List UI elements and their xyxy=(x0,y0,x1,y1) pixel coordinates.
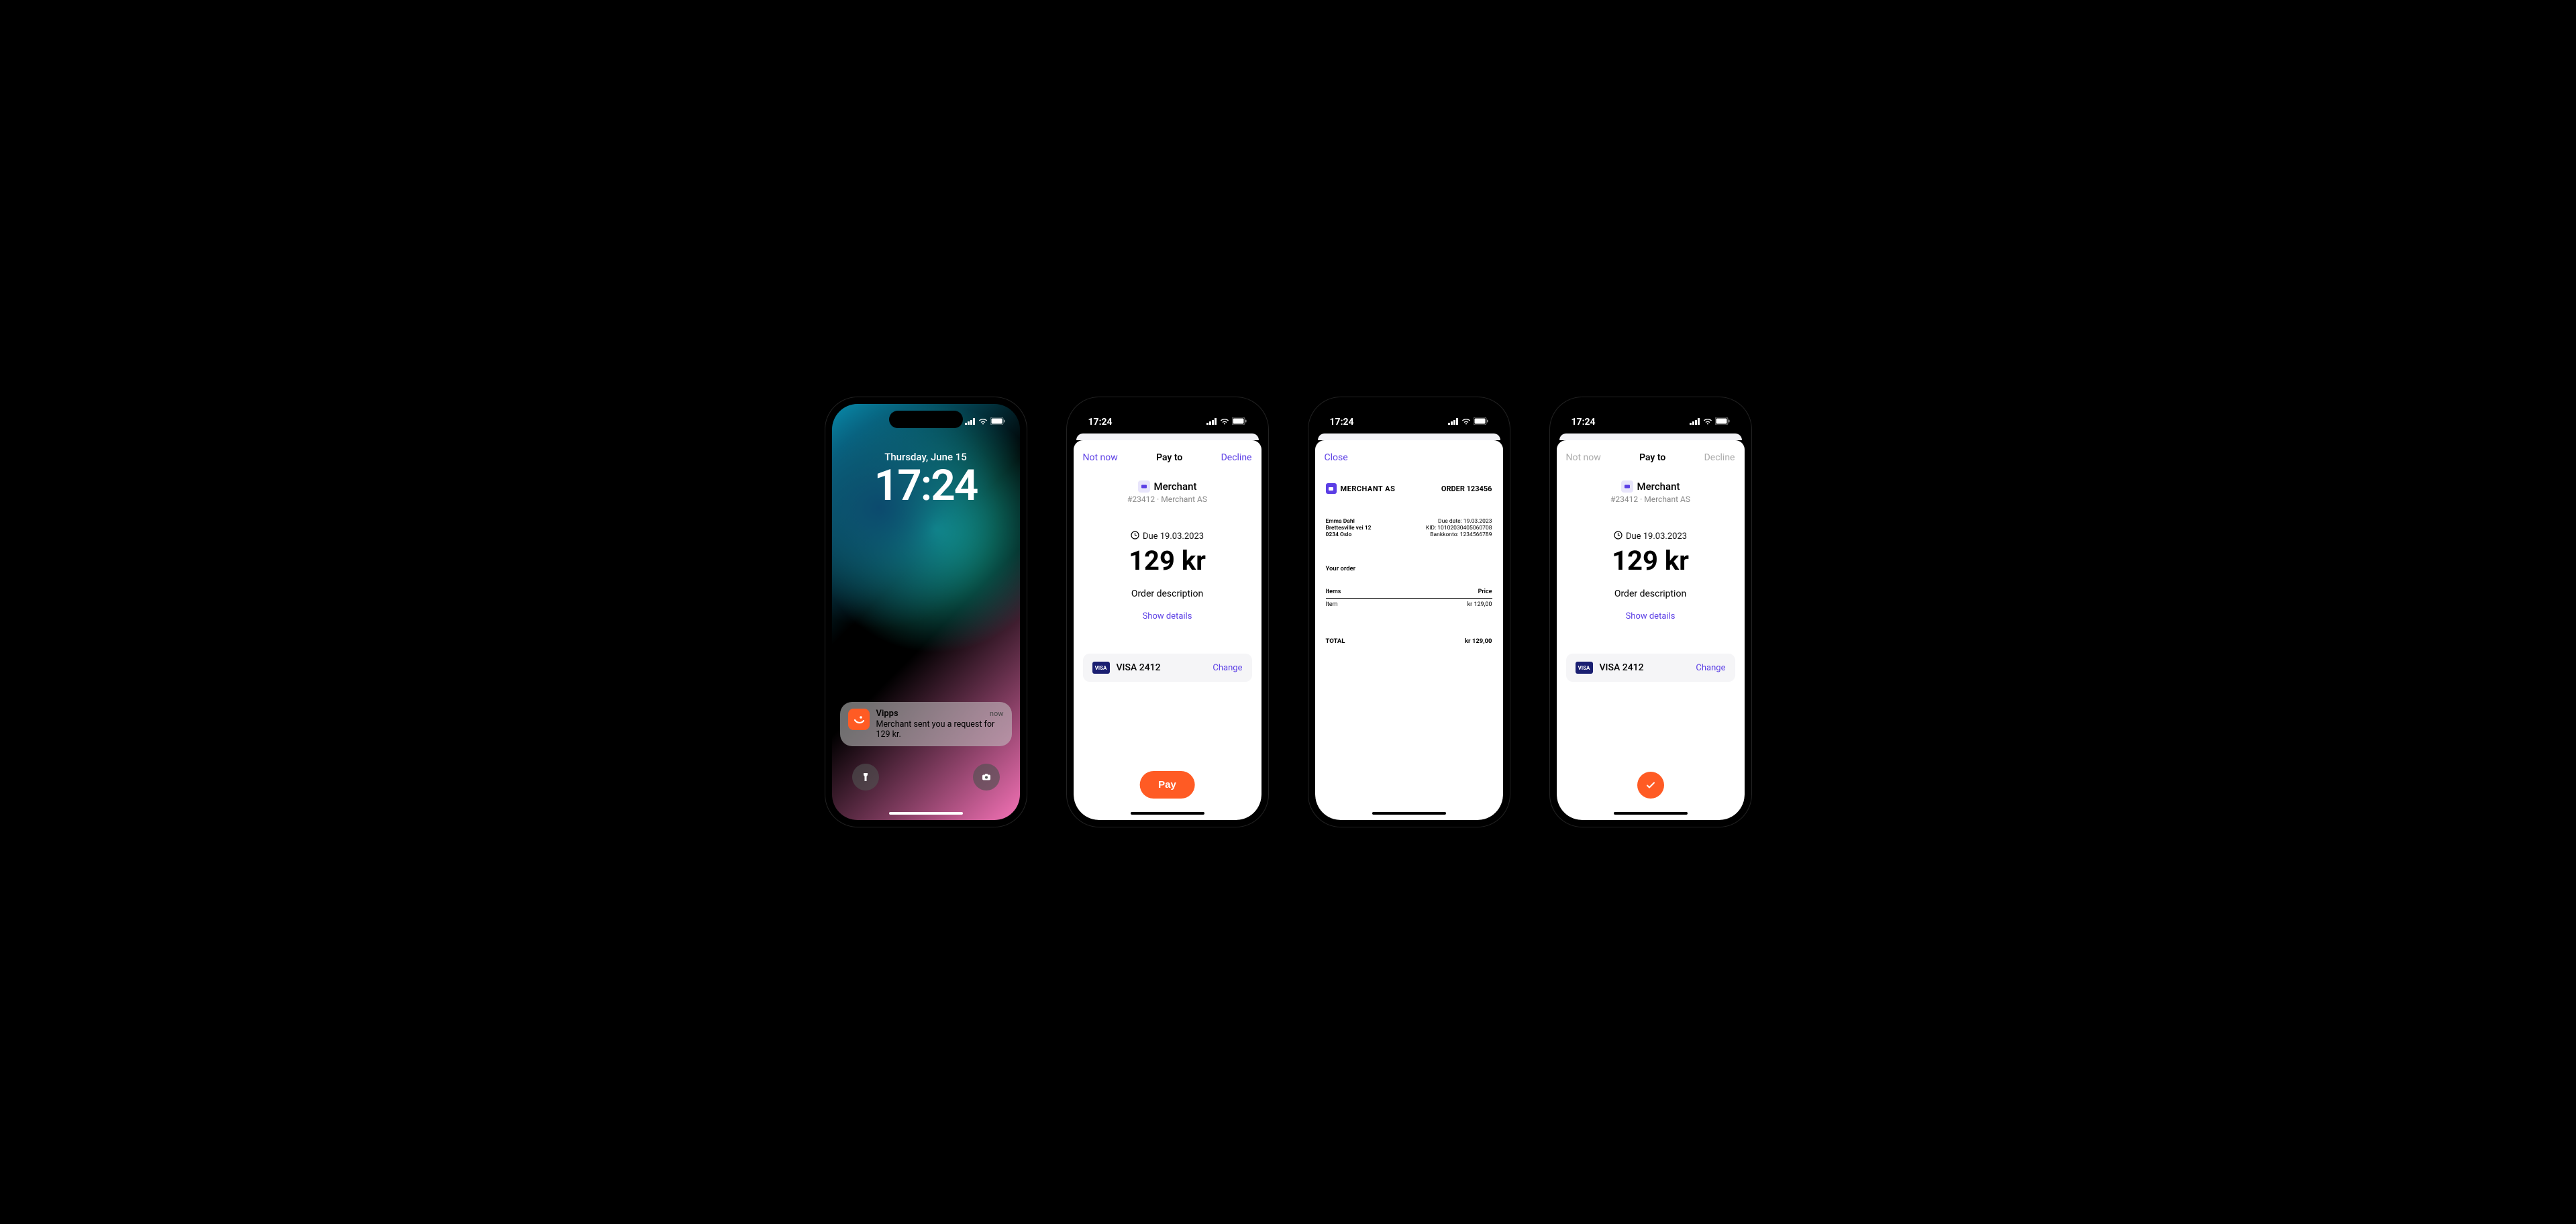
item-price: kr 129,00 xyxy=(1467,601,1492,608)
wifi-icon xyxy=(1220,417,1229,427)
amount: 129 kr xyxy=(1083,545,1252,576)
due-date: Due 19.03.2023 xyxy=(1626,531,1687,542)
your-order-heading: Your order xyxy=(1326,565,1492,572)
table-row: Item kr 129,00 xyxy=(1326,599,1492,611)
home-indicator[interactable] xyxy=(1372,812,1446,815)
signal-icon xyxy=(1206,417,1217,427)
notch xyxy=(1614,411,1688,428)
flashlight-button[interactable] xyxy=(852,764,879,790)
signal-icon xyxy=(965,417,976,427)
customer-address-1: Brettesville vei 12 xyxy=(1326,525,1372,531)
decline-button-disabled: Decline xyxy=(1704,452,1735,463)
payment-card-selector[interactable]: VISA VISA 2412 Change xyxy=(1566,654,1735,682)
home-indicator[interactable] xyxy=(1614,812,1688,815)
invoice-sheet: Close MERCHANT AS ORDER 123456 xyxy=(1315,440,1503,820)
customer-name: Emma Dahl xyxy=(1326,518,1372,525)
order-description: Order description xyxy=(1566,589,1735,599)
clock-icon xyxy=(1131,531,1139,542)
total-label: TOTAL xyxy=(1326,638,1345,645)
pay-button[interactable]: Pay xyxy=(1139,771,1195,799)
show-details-link[interactable]: Show details xyxy=(1566,611,1735,621)
notification-app: Vipps xyxy=(876,709,898,719)
battery-icon xyxy=(1474,417,1488,427)
success-check-icon xyxy=(1637,772,1664,799)
status-time: 17:24 xyxy=(1330,417,1354,427)
card-name: VISA 2412 xyxy=(1600,662,1644,673)
invoice-total-row: TOTAL kr 129,00 xyxy=(1326,638,1492,645)
wifi-icon xyxy=(978,417,988,427)
signal-icon xyxy=(1448,417,1459,427)
phone-pay-success: 17:24 Not now Pay to Decline xyxy=(1550,397,1751,827)
status-time: 17:24 xyxy=(1088,417,1113,427)
phone-invoice: 17:24 Close xyxy=(1308,397,1510,827)
due-date: Due 19.03.2023 xyxy=(1143,531,1204,542)
camera-button[interactable] xyxy=(973,764,1000,790)
home-indicator[interactable] xyxy=(1131,812,1204,815)
battery-icon xyxy=(990,417,1005,427)
price-header: Price xyxy=(1478,589,1492,595)
phone-lockscreen: Thursday, June 15 17:24 Vipps now Mercha… xyxy=(825,397,1027,827)
sheet-title: Pay to xyxy=(1639,452,1665,463)
order-description: Order description xyxy=(1083,589,1252,599)
item-name: Item xyxy=(1326,601,1338,608)
notification-message: Merchant sent you a request for 129 kr. xyxy=(876,719,1004,740)
invoice-merchant: MERCHANT AS xyxy=(1341,484,1396,493)
background-sheet xyxy=(1076,434,1259,440)
invoice-order-number: ORDER 123456 xyxy=(1441,484,1492,493)
due-value: 19.03.2023 xyxy=(1463,518,1492,525)
wifi-icon xyxy=(1703,417,1712,427)
notch xyxy=(1131,411,1204,428)
table-header: Items Price xyxy=(1326,586,1492,599)
status-time: 17:24 xyxy=(1572,417,1596,427)
close-button[interactable]: Close xyxy=(1325,452,1348,463)
payment-card-selector[interactable]: VISA VISA 2412 Change xyxy=(1083,654,1252,682)
merchant-name: Merchant xyxy=(1154,480,1197,493)
wifi-icon xyxy=(1461,417,1471,427)
customer-address-2: 0234 Oslo xyxy=(1326,531,1372,538)
merchant-subtitle: #23412 · Merchant AS xyxy=(1083,495,1252,504)
not-now-button[interactable]: Not now xyxy=(1083,452,1118,463)
notch xyxy=(889,411,963,428)
battery-icon xyxy=(1715,417,1730,427)
amount: 129 kr xyxy=(1566,545,1735,576)
kid-label: KID: xyxy=(1426,525,1436,531)
visa-icon: VISA xyxy=(1576,662,1593,674)
visa-icon: VISA xyxy=(1092,662,1110,674)
notification[interactable]: Vipps now Merchant sent you a request fo… xyxy=(840,702,1012,746)
notification-time: now xyxy=(990,709,1004,718)
change-card-link[interactable]: Change xyxy=(1696,663,1725,673)
merchant-icon xyxy=(1138,480,1150,493)
merchant-subtitle: #23412 · Merchant AS xyxy=(1566,495,1735,504)
background-sheet xyxy=(1559,434,1742,440)
sheet-title: Pay to xyxy=(1156,452,1182,463)
total-value: kr 129,00 xyxy=(1465,638,1492,645)
notch xyxy=(1372,411,1446,428)
vipps-app-icon xyxy=(848,709,870,730)
change-card-link[interactable]: Change xyxy=(1213,663,1242,673)
not-now-button-disabled: Not now xyxy=(1566,452,1601,463)
payment-sheet: Not now Pay to Decline Merchant #23412 ·… xyxy=(1074,440,1261,820)
card-name: VISA 2412 xyxy=(1117,662,1161,673)
merchant-icon xyxy=(1621,480,1633,493)
battery-icon xyxy=(1232,417,1247,427)
signal-icon xyxy=(1690,417,1700,427)
kid-value: 10102030405060708 xyxy=(1437,525,1492,531)
items-header: Items xyxy=(1326,589,1341,595)
payment-sheet: Not now Pay to Decline Merchant #23412 ·… xyxy=(1557,440,1745,820)
show-details-link[interactable]: Show details xyxy=(1083,611,1252,621)
bank-label: Bankkonto: xyxy=(1430,531,1458,538)
merchant-logo-icon xyxy=(1326,483,1337,494)
background-sheet xyxy=(1318,434,1500,440)
due-label: Due date: xyxy=(1438,518,1462,525)
phone-pay-sheet: 17:24 Not now Pay to Decline xyxy=(1067,397,1268,827)
bank-value: 1234566789 xyxy=(1460,531,1492,538)
decline-button[interactable]: Decline xyxy=(1221,452,1252,463)
lock-time: 17:24 xyxy=(832,464,1020,507)
clock-icon xyxy=(1614,531,1622,542)
merchant-name: Merchant xyxy=(1637,480,1680,493)
